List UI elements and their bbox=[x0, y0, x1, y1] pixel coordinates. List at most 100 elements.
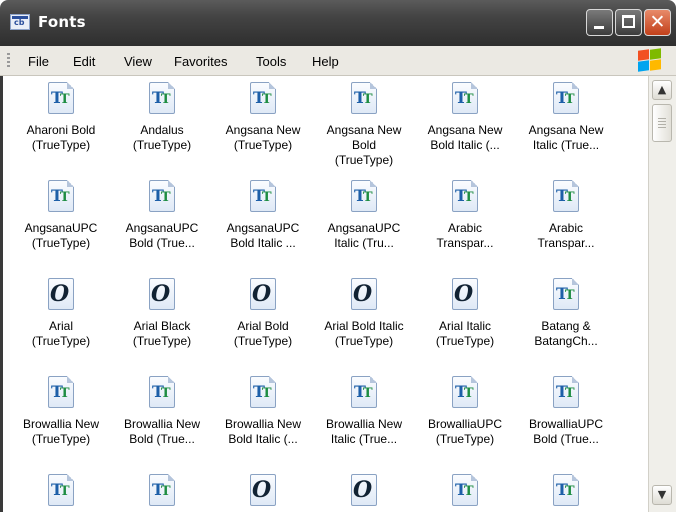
font-item[interactable]: TT AngsanaUPC Bold (True... bbox=[107, 180, 217, 251]
font-item-label: AngsanaUPC Italic (Tru... bbox=[327, 221, 401, 250]
menu-favorites[interactable]: Favorites bbox=[174, 54, 227, 69]
font-item-label: Arial (TrueType) bbox=[31, 319, 91, 348]
opentype-font-icon: O bbox=[449, 278, 481, 314]
font-item[interactable]: TT Browallia New (TrueType) bbox=[6, 376, 116, 447]
font-item[interactable]: O Arial Black (TrueType) bbox=[107, 278, 217, 349]
font-item-label: Andalus (TrueType) bbox=[132, 123, 192, 152]
font-item[interactable]: O Arial (TrueType) bbox=[6, 278, 116, 349]
opentype-font-icon: O bbox=[45, 278, 77, 314]
truetype-font-icon: TT bbox=[247, 82, 279, 118]
opentype-font-icon: O bbox=[247, 474, 279, 510]
truetype-font-icon: TT bbox=[45, 376, 77, 412]
font-item-label: AngsanaUPC Bold Italic ... bbox=[226, 221, 300, 250]
font-item[interactable]: TT Batang & BatangCh... bbox=[511, 278, 621, 349]
font-item-label: Arabic Transpar... bbox=[436, 221, 494, 250]
font-item-label: Angsana New (TrueType) bbox=[225, 123, 301, 152]
opentype-font-icon: O bbox=[146, 278, 178, 314]
font-item-label: Arial Italic (TrueType) bbox=[435, 319, 495, 348]
font-item[interactable]: TT bbox=[6, 474, 116, 512]
font-item-label: Arial Bold (TrueType) bbox=[233, 319, 293, 348]
font-item[interactable]: TT Angsana New Bold (TrueType) bbox=[309, 82, 419, 168]
font-item-label: Angsana New Italic (True... bbox=[528, 123, 604, 152]
font-item[interactable]: TT bbox=[410, 474, 520, 512]
maximize-button[interactable] bbox=[615, 9, 642, 36]
menu-view[interactable]: View bbox=[124, 54, 152, 69]
window-title: Fonts bbox=[38, 13, 86, 31]
font-item-label: Angsana New Bold (TrueType) bbox=[326, 123, 402, 167]
truetype-font-icon: TT bbox=[146, 180, 178, 216]
font-item-label: Arabic Transpar... bbox=[537, 221, 595, 250]
chevron-up-icon: ▲ bbox=[657, 83, 667, 96]
font-item-label: Browallia New Bold (True... bbox=[123, 417, 201, 446]
font-item[interactable]: TT Browallia New Bold (True... bbox=[107, 376, 217, 447]
font-item[interactable]: TT Arabic Transpar... bbox=[410, 180, 520, 251]
truetype-font-icon: TT bbox=[550, 180, 582, 216]
truetype-font-icon: TT bbox=[348, 82, 380, 118]
font-item[interactable]: TT bbox=[511, 474, 621, 512]
font-item[interactable]: TT Andalus (TrueType) bbox=[107, 82, 217, 153]
font-item[interactable]: TT AngsanaUPC Italic (Tru... bbox=[309, 180, 419, 251]
windows-logo-icon bbox=[637, 48, 663, 73]
close-button[interactable]: ✕ bbox=[644, 9, 671, 36]
truetype-font-icon: TT bbox=[550, 474, 582, 510]
menu-bar: File Edit View Favorites Tools Help bbox=[0, 46, 676, 76]
vertical-scrollbar[interactable]: ▲ ▼ bbox=[648, 76, 676, 512]
font-item-label: Batang & BatangCh... bbox=[534, 319, 598, 348]
menu-tools[interactable]: Tools bbox=[256, 54, 286, 69]
font-item-label: Browallia New (TrueType) bbox=[22, 417, 100, 446]
font-item[interactable]: O Arial Bold (TrueType) bbox=[208, 278, 318, 349]
menu-edit[interactable]: Edit bbox=[73, 54, 95, 69]
truetype-font-icon: TT bbox=[550, 82, 582, 118]
truetype-font-icon: TT bbox=[550, 278, 582, 314]
font-item-label: Arial Black (TrueType) bbox=[132, 319, 192, 348]
font-item-label: Browallia New Italic (True... bbox=[325, 417, 403, 446]
font-item[interactable]: TT BrowalliaUPC (TrueType) bbox=[410, 376, 520, 447]
fonts-folder-icon[interactable] bbox=[10, 14, 30, 30]
truetype-font-icon: TT bbox=[146, 474, 178, 510]
truetype-font-icon: TT bbox=[146, 376, 178, 412]
font-item[interactable]: TT bbox=[107, 474, 217, 512]
toolbar-grip[interactable] bbox=[7, 53, 10, 69]
font-item-label: BrowalliaUPC (TrueType) bbox=[427, 417, 503, 446]
minimize-icon bbox=[594, 26, 604, 29]
font-item[interactable]: TT Aharoni Bold (TrueType) bbox=[6, 82, 116, 153]
font-item[interactable]: TT Browallia New Italic (True... bbox=[309, 376, 419, 447]
truetype-font-icon: TT bbox=[45, 180, 77, 216]
font-item[interactable]: TT Angsana New Bold Italic (... bbox=[410, 82, 520, 153]
truetype-font-icon: TT bbox=[449, 376, 481, 412]
font-item-label: Aharoni Bold (TrueType) bbox=[26, 123, 96, 152]
font-item[interactable]: TT BrowalliaUPC Bold (True... bbox=[511, 376, 621, 447]
opentype-font-icon: O bbox=[348, 474, 380, 510]
file-list-view[interactable]: TT Aharoni Bold (TrueType) TT Andalus (True… bbox=[0, 76, 648, 512]
font-item-label: AngsanaUPC Bold (True... bbox=[125, 221, 199, 250]
font-item[interactable]: O bbox=[309, 474, 419, 512]
minimize-button[interactable] bbox=[586, 9, 613, 36]
maximize-icon bbox=[622, 15, 635, 28]
close-icon: ✕ bbox=[649, 11, 666, 33]
font-item[interactable]: O Arial Italic (TrueType) bbox=[410, 278, 520, 349]
font-item[interactable]: TT AngsanaUPC Bold Italic ... bbox=[208, 180, 318, 251]
font-item[interactable]: TT Angsana New Italic (True... bbox=[511, 82, 621, 153]
menu-help[interactable]: Help bbox=[312, 54, 339, 69]
font-item-label: Angsana New Bold Italic (... bbox=[427, 123, 503, 152]
font-item[interactable]: TT Angsana New (TrueType) bbox=[208, 82, 318, 153]
font-item[interactable]: TT AngsanaUPC (TrueType) bbox=[6, 180, 116, 251]
font-item[interactable]: TT Browallia New Bold Italic (... bbox=[208, 376, 318, 447]
font-item-label: BrowalliaUPC Bold (True... bbox=[528, 417, 604, 446]
font-item[interactable]: O bbox=[208, 474, 318, 512]
truetype-font-icon: TT bbox=[348, 180, 380, 216]
scroll-thumb[interactable] bbox=[652, 104, 672, 142]
scroll-up-button[interactable]: ▲ bbox=[652, 80, 672, 100]
truetype-font-icon: TT bbox=[449, 474, 481, 510]
font-item-label: Browallia New Bold Italic (... bbox=[224, 417, 302, 446]
opentype-font-icon: O bbox=[247, 278, 279, 314]
font-item[interactable]: TT Arabic Transpar... bbox=[511, 180, 621, 251]
font-item[interactable]: O Arial Bold Italic (TrueType) bbox=[309, 278, 419, 349]
font-item-label: Arial Bold Italic (TrueType) bbox=[324, 319, 404, 348]
fonts-window: Fonts ✕ File Edit View Favorites Tools H… bbox=[0, 0, 676, 512]
truetype-font-icon: TT bbox=[449, 82, 481, 118]
menu-file[interactable]: File bbox=[28, 54, 49, 69]
title-bar[interactable]: Fonts ✕ bbox=[0, 0, 676, 46]
chevron-down-icon: ▼ bbox=[657, 488, 667, 501]
scroll-down-button[interactable]: ▼ bbox=[652, 485, 672, 505]
